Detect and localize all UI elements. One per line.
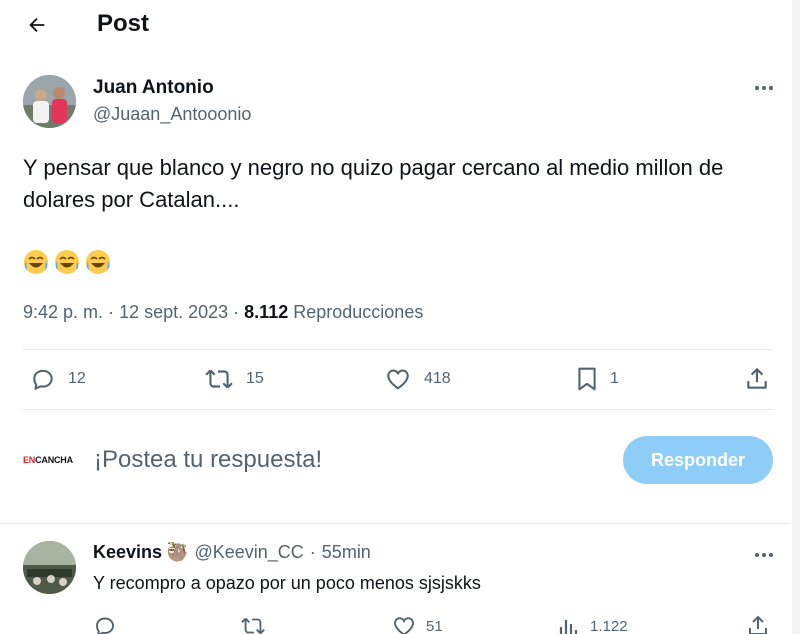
repost-icon bbox=[241, 617, 265, 634]
repost-action-button[interactable]: 15 bbox=[204, 366, 264, 392]
comment-icon bbox=[33, 369, 53, 390]
avatar-photo bbox=[23, 541, 76, 594]
reply-like-count: 51 bbox=[426, 617, 443, 634]
scrollbar[interactable] bbox=[792, 0, 800, 634]
divider bbox=[23, 349, 773, 350]
sloth-emoji: 🦥 bbox=[166, 542, 189, 562]
emoji-row bbox=[22, 248, 112, 276]
account-logo: ENCANCHA bbox=[23, 455, 75, 469]
heart-icon bbox=[394, 617, 414, 634]
heart-icon bbox=[387, 369, 409, 390]
author-avatar[interactable] bbox=[23, 75, 76, 128]
repost-icon bbox=[205, 369, 233, 389]
laughing-crying-emoji bbox=[24, 250, 48, 274]
top-bar: Post bbox=[0, 0, 800, 50]
views-label: Reproducciones bbox=[293, 302, 424, 322]
author-handle[interactable]: @Juaan_Antooonio bbox=[93, 104, 251, 125]
more-dot bbox=[762, 86, 766, 90]
more-dot bbox=[762, 553, 766, 557]
post-date[interactable]: 12 sept. 2023 bbox=[119, 302, 228, 322]
share-icon bbox=[747, 368, 767, 389]
post-more-button[interactable] bbox=[750, 78, 778, 98]
more-dot bbox=[755, 553, 759, 557]
laughing-crying-emoji bbox=[86, 250, 110, 274]
more-dot bbox=[769, 86, 773, 90]
avatar-photo bbox=[23, 75, 76, 128]
more-dot bbox=[755, 86, 759, 90]
reply-action-button[interactable]: 12 bbox=[30, 366, 86, 392]
repost-count: 15 bbox=[246, 370, 264, 387]
back-button[interactable] bbox=[20, 8, 54, 42]
share-action-button[interactable] bbox=[744, 366, 770, 392]
comment-icon bbox=[96, 617, 114, 634]
post-meta: 9:42 p. m. · 12 sept. 2023 · 8.112 Repro… bbox=[23, 302, 423, 323]
logo-suffix: CANCHA bbox=[35, 455, 73, 465]
meta-separator: · bbox=[233, 302, 245, 322]
bookmark-action-button[interactable]: 1 bbox=[576, 366, 619, 392]
reply-author-name[interactable]: Keevins bbox=[93, 542, 162, 563]
page-title: Post bbox=[97, 10, 150, 37]
reply-author-avatar[interactable] bbox=[23, 541, 76, 594]
reply-comment-button[interactable] bbox=[93, 614, 117, 634]
like-action-button[interactable]: 418 bbox=[384, 366, 451, 392]
like-count: 418 bbox=[424, 370, 451, 387]
divider bbox=[0, 523, 790, 524]
reply-header: Keevins 🦥 @Keevin_CC · 55min bbox=[93, 542, 371, 563]
reply-submit-button[interactable]: Responder bbox=[623, 436, 773, 484]
reply-like-button[interactable]: 51 bbox=[392, 614, 443, 634]
reply-count: 12 bbox=[68, 370, 86, 387]
reply-share-button[interactable] bbox=[746, 614, 770, 634]
views-count: 8.112 bbox=[244, 302, 289, 322]
reply-time[interactable]: 55min bbox=[322, 542, 371, 563]
reply-views-button[interactable]: 1.122 bbox=[558, 614, 628, 634]
meta-separator: · bbox=[108, 302, 120, 322]
analytics-icon bbox=[559, 620, 578, 634]
share-icon bbox=[749, 615, 767, 634]
reply-more-button[interactable] bbox=[750, 545, 778, 565]
reply-text: Y recompro a opazo por un poco menos sjs… bbox=[93, 573, 481, 593]
laughing-crying-emoji bbox=[55, 250, 79, 274]
reply-input[interactable]: ¡Postea tu respuesta! bbox=[94, 446, 322, 474]
post-text: Y pensar que blanco y negro no quizo pag… bbox=[23, 155, 724, 212]
arrow-left-icon bbox=[29, 17, 45, 33]
logo-prefix: EN bbox=[23, 455, 36, 465]
bookmark-icon bbox=[578, 367, 596, 391]
more-dot bbox=[769, 553, 773, 557]
reply-views-count: 1.122 bbox=[590, 617, 628, 634]
reply-author-handle[interactable]: @Keevin_CC bbox=[194, 542, 303, 563]
bookmark-count: 1 bbox=[610, 370, 619, 387]
author-name[interactable]: Juan Antonio bbox=[93, 77, 214, 99]
reply-repost-button[interactable] bbox=[240, 614, 266, 634]
post-time[interactable]: 9:42 p. m. bbox=[23, 302, 103, 322]
meta-separator: · bbox=[309, 542, 316, 562]
divider bbox=[23, 409, 773, 410]
